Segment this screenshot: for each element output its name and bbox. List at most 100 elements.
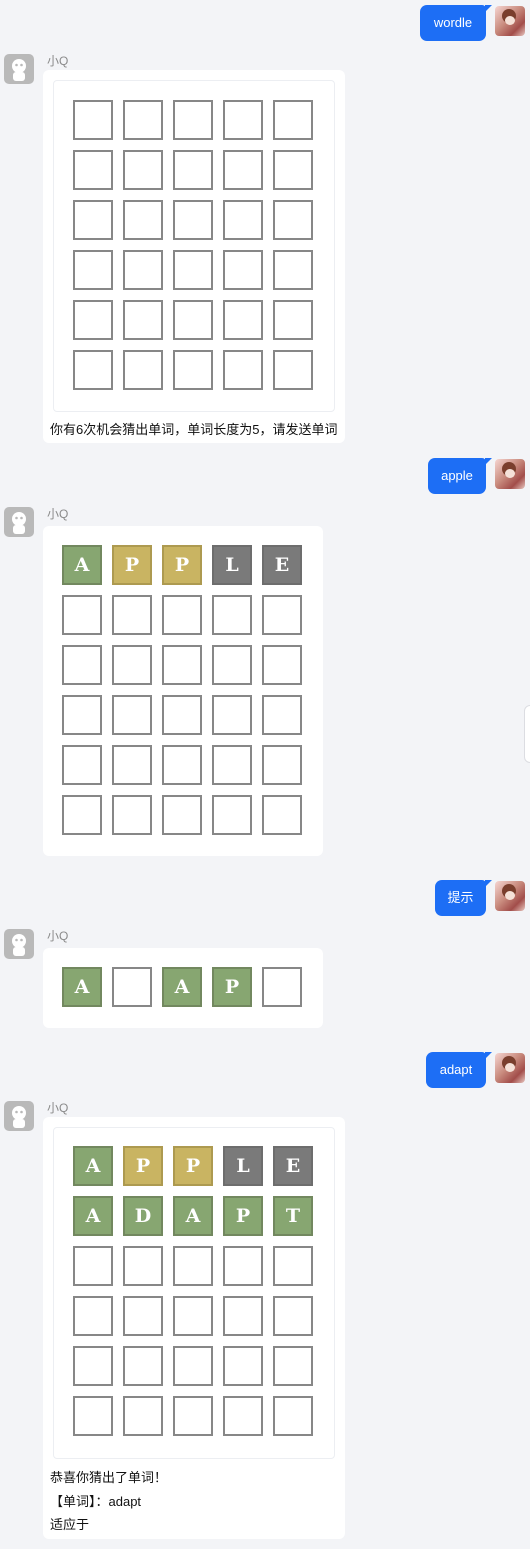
empty-tile (273, 1346, 313, 1386)
empty-tile (162, 645, 202, 685)
empty-tile (223, 250, 263, 290)
letter-tile: T (273, 1196, 313, 1236)
letter-tile: A (73, 1146, 113, 1186)
empty-tile (112, 967, 152, 1007)
bot-message-card: APPLEADAPT 恭喜你猜出了单词！ 【单词】：adapt 适应于 (43, 1117, 345, 1539)
scrollbar-handle[interactable] (524, 705, 530, 763)
empty-tile (273, 1296, 313, 1336)
bot-name: 小Q (47, 54, 69, 68)
bot-avatar[interactable] (4, 54, 34, 84)
empty-tile (162, 745, 202, 785)
bot-avatar[interactable] (4, 929, 34, 959)
empty-tile (173, 100, 213, 140)
bot-avatar[interactable] (4, 1101, 34, 1131)
instruction-text: 你有6次机会猜出单词，单词长度为5，请发送单词 (50, 422, 338, 437)
empty-tile (123, 1346, 163, 1386)
empty-tile (123, 1246, 163, 1286)
empty-tile (273, 350, 313, 390)
bot-message-card: AAP (43, 948, 323, 1028)
empty-tile (262, 645, 302, 685)
empty-tile (162, 795, 202, 835)
empty-tile (162, 595, 202, 635)
user-avatar[interactable] (495, 459, 525, 489)
empty-tile (273, 150, 313, 190)
empty-tile (223, 1246, 263, 1286)
empty-tile (123, 350, 163, 390)
letter-tile: A (62, 967, 102, 1007)
empty-tile (223, 350, 263, 390)
empty-tile (173, 250, 213, 290)
empty-tile (173, 350, 213, 390)
empty-tile (173, 150, 213, 190)
user-message-bubble: wordle (420, 5, 492, 41)
empty-tile (73, 1346, 113, 1386)
user-message-bubble: adapt (426, 1052, 492, 1088)
bot-name: 小Q (47, 929, 69, 943)
bot-name: 小Q (47, 1101, 69, 1115)
empty-tile (273, 1396, 313, 1436)
user-avatar[interactable] (495, 1053, 525, 1083)
empty-tile (73, 300, 113, 340)
empty-tile (73, 350, 113, 390)
bot-avatar[interactable] (4, 507, 34, 537)
empty-tile (262, 967, 302, 1007)
letter-tile: A (73, 1196, 113, 1236)
user-avatar[interactable] (495, 881, 525, 911)
letter-tile: D (123, 1196, 163, 1236)
empty-tile (212, 745, 252, 785)
empty-tile (273, 300, 313, 340)
empty-tile (162, 695, 202, 735)
letter-tile: L (212, 545, 252, 585)
empty-tile (212, 795, 252, 835)
empty-tile (212, 695, 252, 735)
letter-tile: P (173, 1146, 213, 1186)
empty-tile (123, 250, 163, 290)
empty-tile (73, 1396, 113, 1436)
letter-tile: A (62, 545, 102, 585)
empty-tile (123, 100, 163, 140)
empty-tile (62, 645, 102, 685)
empty-tile (73, 150, 113, 190)
empty-tile (223, 200, 263, 240)
empty-tile (273, 1246, 313, 1286)
empty-tile (173, 200, 213, 240)
empty-tile (262, 745, 302, 785)
empty-tile (62, 745, 102, 785)
empty-tile (73, 200, 113, 240)
letter-tile: E (262, 545, 302, 585)
letter-tile: A (173, 1196, 213, 1236)
empty-tile (123, 1396, 163, 1436)
empty-tile (112, 745, 152, 785)
empty-tile (223, 1346, 263, 1386)
empty-tile (73, 100, 113, 140)
empty-tile (123, 200, 163, 240)
empty-tile (223, 300, 263, 340)
empty-tile (123, 150, 163, 190)
result-congrats-text: 恭喜你猜出了单词！ (50, 1470, 168, 1485)
letter-tile: P (223, 1196, 263, 1236)
empty-tile (112, 595, 152, 635)
empty-tile (223, 1396, 263, 1436)
empty-tile (212, 595, 252, 635)
letter-tile: P (112, 545, 152, 585)
user-avatar[interactable] (495, 6, 525, 36)
empty-tile (173, 1396, 213, 1436)
empty-tile (73, 1296, 113, 1336)
empty-tile (273, 250, 313, 290)
empty-tile (62, 795, 102, 835)
empty-tile (173, 1246, 213, 1286)
result-meaning-text: 适应于 (50, 1517, 90, 1532)
empty-tile (262, 595, 302, 635)
empty-tile (212, 645, 252, 685)
bot-message-card: APPLE (43, 526, 323, 856)
letter-tile: E (273, 1146, 313, 1186)
empty-tile (223, 150, 263, 190)
empty-tile (112, 645, 152, 685)
empty-tile (123, 1296, 163, 1336)
letter-tile: P (162, 545, 202, 585)
result-word-text: 【单词】：adapt (50, 1494, 142, 1509)
empty-tile (112, 795, 152, 835)
empty-tile (112, 695, 152, 735)
empty-tile (73, 1246, 113, 1286)
empty-tile (273, 200, 313, 240)
